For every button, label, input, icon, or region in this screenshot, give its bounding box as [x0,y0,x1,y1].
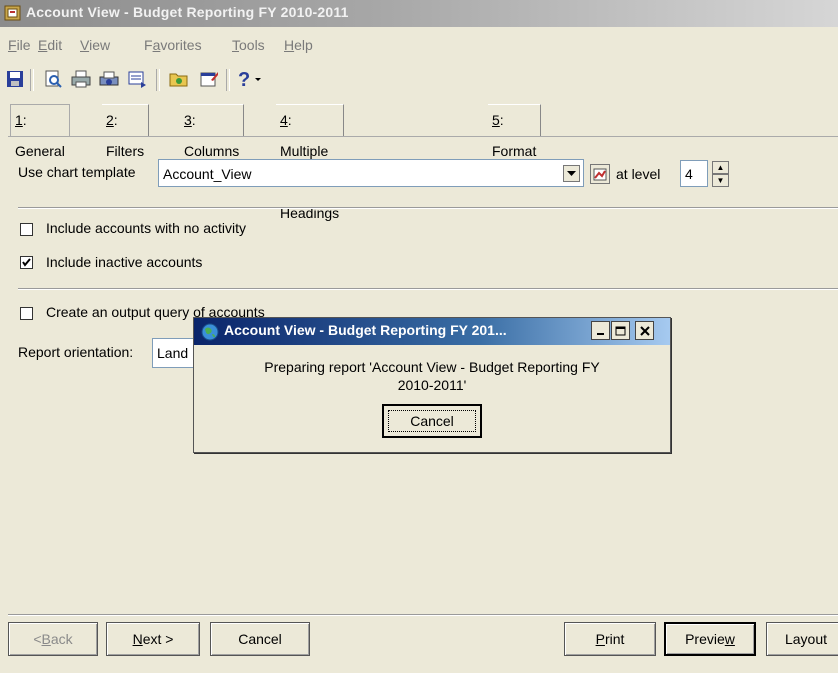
print-setup-icon[interactable] [96,66,122,92]
create-output-query-checkbox[interactable] [20,307,33,320]
tab-filters[interactable]: 2: Filters [102,104,150,159]
menu-help[interactable]: Help [284,37,313,53]
divider [18,288,838,290]
level-spinner[interactable]: ▲ ▼ [712,161,729,187]
toolbar-separator [30,69,34,91]
layout-button[interactable]: Layout [766,622,838,656]
tab-multiple-column-headings[interactable]: 4: Multiple Column Headings [276,104,345,221]
chevron-down-icon[interactable] [563,165,580,182]
properties-icon[interactable] [196,66,222,92]
next-button[interactable]: Next > [106,622,200,656]
spin-down-icon[interactable]: ▼ [712,174,729,187]
report-window: Account View - Budget Reporting FY 2010-… [0,0,838,673]
window-title: Account View - Budget Reporting FY 2010-… [26,4,349,20]
close-icon[interactable] [635,321,654,340]
tab-columns[interactable]: 3: Columns [180,104,245,159]
spin-up-icon[interactable]: ▲ [712,161,729,174]
menu-favorites[interactable]: Favorites [144,37,202,53]
chart-template-label: Use chart template [18,164,136,180]
report-orientation-label: Report orientation: [18,344,134,360]
window-titlebar[interactable]: Account View - Budget Reporting FY 2010-… [0,0,838,27]
menu-tools[interactable]: Tools [232,37,265,53]
dialog-titlebar[interactable]: Account View - Budget Reporting FY 201..… [194,318,670,345]
include-no-activity-checkbox[interactable] [20,223,33,236]
level-input[interactable]: 4 [680,160,708,187]
chart-template-edit-icon[interactable] [590,164,610,184]
globe-icon [201,323,219,341]
checkmark-icon [22,258,31,267]
help-icon[interactable]: ? [234,66,268,92]
level-value: 4 [685,166,693,182]
tab-general[interactable]: 1: General [10,104,70,159]
maximize-icon[interactable] [611,321,630,340]
include-no-activity-label: Include accounts with no activity [46,220,246,236]
include-inactive-checkbox[interactable] [20,256,33,269]
include-inactive-label: Include inactive accounts [46,254,203,270]
chart-template-value: Account_View [163,166,252,182]
toolbar: ? [0,61,838,97]
bottom-divider [8,614,838,616]
svg-text:?: ? [238,69,250,89]
minimize-icon[interactable] [591,321,610,340]
at-level-label: at level [616,166,661,182]
dialog-cancel-button[interactable]: Cancel [382,404,482,438]
toolbar-separator [226,69,230,91]
print-preview-icon[interactable] [40,66,66,92]
dialog-title: Account View - Budget Reporting FY 201..… [224,322,507,338]
export-icon[interactable] [124,66,150,92]
open-folder-icon[interactable] [166,66,192,92]
preview-button[interactable]: Previe w [664,622,756,656]
back-button[interactable]: < Back [8,622,98,656]
divider [18,207,838,209]
toolbar-separator [156,69,160,91]
dialog-message: Preparing report 'Account View - Budget … [264,359,600,393]
menu-edit[interactable]: Edit [38,37,62,53]
menu-bar: File Edit View Favorites Tools Help [0,27,838,61]
chart-template-combo[interactable]: Account_View [158,159,584,187]
report-orientation-value: Land [157,345,189,361]
preparing-report-dialog: Account View - Budget Reporting FY 201..… [193,317,671,453]
print-button[interactable]: Print [564,622,656,656]
menu-view[interactable]: View [80,37,110,53]
print-icon[interactable] [68,66,94,92]
tab-format[interactable]: 5: Format [488,104,542,159]
focus-rect [388,410,476,432]
save-icon[interactable] [2,66,28,92]
cancel-button[interactable]: Cancel [210,622,310,656]
report-app-icon [4,5,21,21]
menu-file[interactable]: File [8,37,31,53]
